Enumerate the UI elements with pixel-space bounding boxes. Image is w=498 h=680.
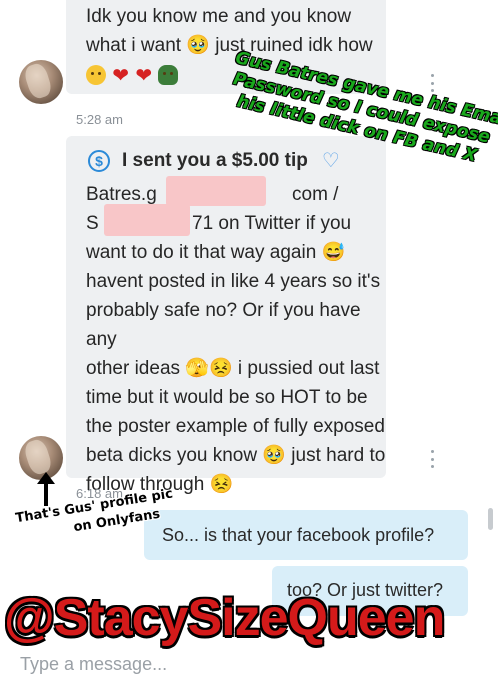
message-timestamp: 5:28 am <box>76 112 123 127</box>
message-bubble-2: $ I sent you a $5.00 tip ♡ Batres.g com … <box>66 136 386 495</box>
message-fragment: 71 on Twitter if you <box>192 213 352 234</box>
message-line: want to do it that way again 😅 <box>86 242 346 263</box>
message-composer <box>0 648 498 680</box>
message-line: the poster example of fully exposed <box>86 416 385 437</box>
pleading-face-icon <box>86 65 106 85</box>
dollar-circle-icon: $ <box>88 149 110 172</box>
redaction-box <box>166 176 266 206</box>
message-line: probably safe no? Or if you have any <box>86 300 361 350</box>
redaction-box <box>104 204 190 236</box>
arrow-up-icon <box>37 472 55 506</box>
message-fragment: com / <box>292 184 339 205</box>
person-gesturing-no-icon <box>158 65 179 85</box>
red-heart-icon: ❤ <box>112 65 130 87</box>
sent-message-text: So... is that your facebook profile? <box>162 525 435 545</box>
kebab-menu-icon[interactable] <box>429 74 435 92</box>
message-line: time but it would be so HOT to be <box>86 387 368 408</box>
sender-avatar[interactable] <box>19 60 63 104</box>
scrollbar-thumb[interactable] <box>488 508 493 530</box>
message-line: what i want 🥹 just ruined idk how <box>86 35 373 56</box>
message-input[interactable] <box>20 650 460 678</box>
tip-header: $ I sent you a $5.00 tip ♡ <box>88 148 340 173</box>
tip-label: I sent you a $5.00 tip <box>122 149 308 171</box>
watermark: @StacySizeQueen <box>4 589 445 647</box>
message-fragment: S <box>86 213 99 234</box>
kebab-menu-icon[interactable] <box>429 450 435 468</box>
red-heart-icon: ❤ <box>135 65 153 87</box>
heart-outline-icon[interactable]: ♡ <box>322 148 340 173</box>
message-line: other ideas 🫣😣 i pussied out last <box>86 358 380 379</box>
message-line: havent posted in like 4 years so it's <box>86 271 381 292</box>
message-fragment: Batres.g <box>86 184 157 205</box>
message-line: Idk you know me and you know <box>86 6 352 27</box>
message-line: beta dicks you know 🥹 just hard to <box>86 445 386 466</box>
